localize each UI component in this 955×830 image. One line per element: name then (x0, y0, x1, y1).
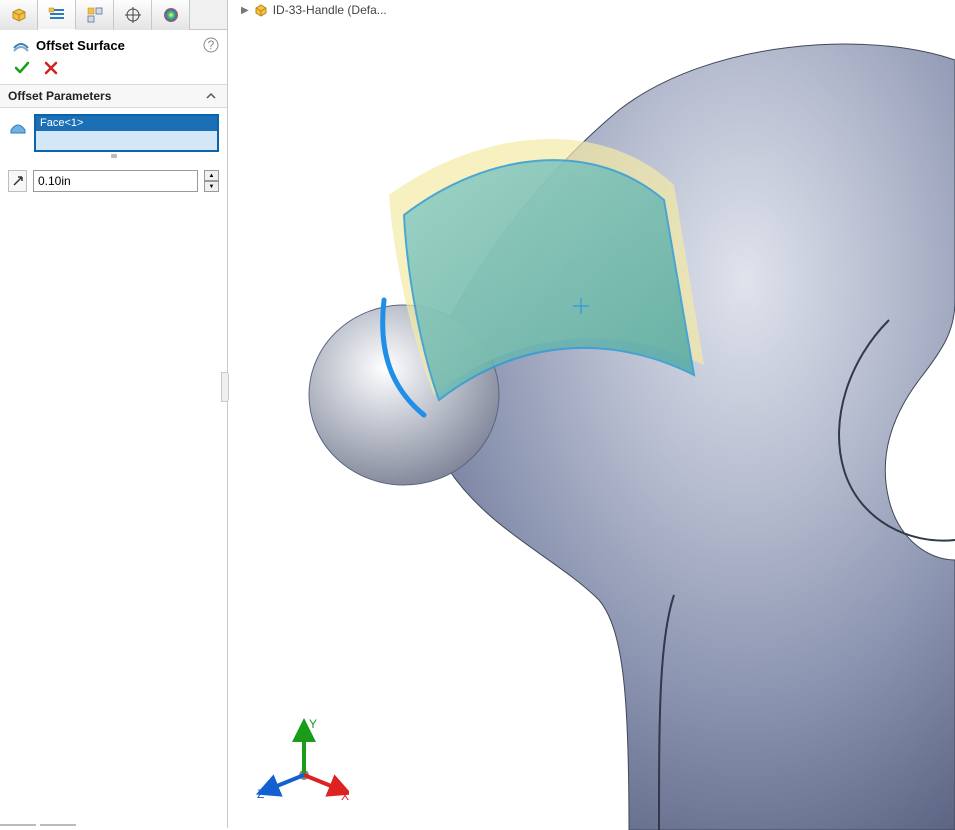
triad-y-label: Y (309, 717, 317, 731)
help-icon[interactable]: ? (203, 37, 219, 53)
target-icon (124, 6, 142, 24)
tab-config-manager[interactable] (76, 0, 114, 30)
tab-appearances[interactable] (152, 0, 190, 30)
model-render (229, 0, 955, 830)
triad-z-label: Z (257, 787, 264, 801)
graphics-viewport[interactable]: ▶ ID-33-Handle (Defa... (229, 0, 955, 830)
bottom-tabs-stub (0, 824, 80, 830)
panel-tabstrip (0, 0, 227, 30)
triad-x-axis (304, 775, 341, 790)
cube-icon (10, 6, 28, 24)
offset-surface-icon (12, 36, 30, 54)
appearance-icon (162, 6, 180, 24)
panel-collapse-handle[interactable] (221, 372, 229, 402)
section-title: Offset Parameters (8, 89, 111, 103)
tab-property-manager[interactable] (38, 0, 76, 30)
list-resize-grip[interactable] (8, 152, 219, 160)
chevron-up-icon (205, 90, 217, 102)
ok-button[interactable] (14, 60, 30, 76)
ok-cancel-row (0, 58, 227, 84)
section-offset-parameters[interactable]: Offset Parameters (0, 84, 227, 108)
feature-title: Offset Surface (36, 38, 125, 53)
property-panel: Offset Surface ? Offset Parameters Face<… (0, 0, 228, 828)
svg-text:?: ? (208, 38, 215, 52)
offset-distance-input[interactable] (33, 170, 198, 192)
tab-feature-manager[interactable] (0, 0, 38, 30)
orientation-triad[interactable]: Y X Z (249, 710, 349, 810)
triad-x-label: X (341, 789, 349, 803)
section-body: Face<1> ▲ ▼ (0, 108, 227, 200)
property-icon (48, 6, 66, 24)
tab-dimxpert[interactable] (114, 0, 152, 30)
flip-direction-button[interactable] (8, 170, 27, 192)
cancel-button[interactable] (44, 61, 58, 75)
spin-down-button[interactable]: ▼ (204, 181, 219, 192)
triad-z-axis (267, 775, 304, 790)
offset-distance-row: ▲ ▼ (8, 170, 219, 192)
feature-title-row: Offset Surface ? (0, 30, 227, 58)
selection-list[interactable]: Face<1> (34, 114, 219, 152)
selection-row: Face<1> (8, 114, 219, 152)
spin-up-button[interactable]: ▲ (204, 170, 219, 181)
distance-spinner: ▲ ▼ (204, 170, 219, 192)
config-icon (86, 6, 104, 24)
flip-icon (11, 174, 25, 188)
face-selection-icon[interactable] (8, 116, 28, 136)
selection-item[interactable]: Face<1> (36, 116, 217, 131)
